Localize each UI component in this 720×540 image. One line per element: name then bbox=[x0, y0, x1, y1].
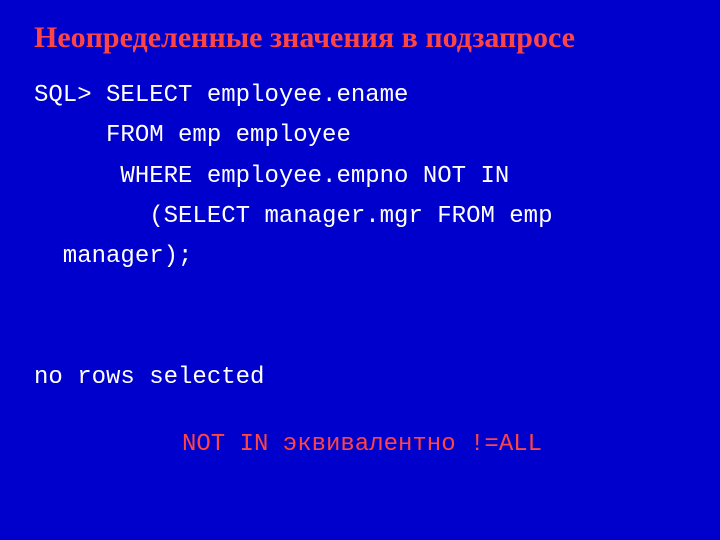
code-line: SQL> SELECT employee.ename bbox=[34, 82, 408, 109]
code-line: WHERE employee.empno NOT IN bbox=[34, 163, 509, 190]
code-result: no rows selected bbox=[34, 364, 264, 391]
code-line: manager); bbox=[34, 243, 192, 270]
slide-title: Неопределенные значения в подзапросе bbox=[34, 20, 690, 56]
code-line: FROM emp employee bbox=[34, 122, 351, 149]
sql-code-block: SQL> SELECT employee.ename FROM emp empl… bbox=[34, 76, 690, 399]
slide: Неопределенные значения в подзапросе SQL… bbox=[0, 0, 720, 540]
footnote: NOT IN эквивалентно !=ALL bbox=[34, 431, 690, 458]
code-line: (SELECT manager.mgr FROM emp bbox=[34, 203, 552, 230]
